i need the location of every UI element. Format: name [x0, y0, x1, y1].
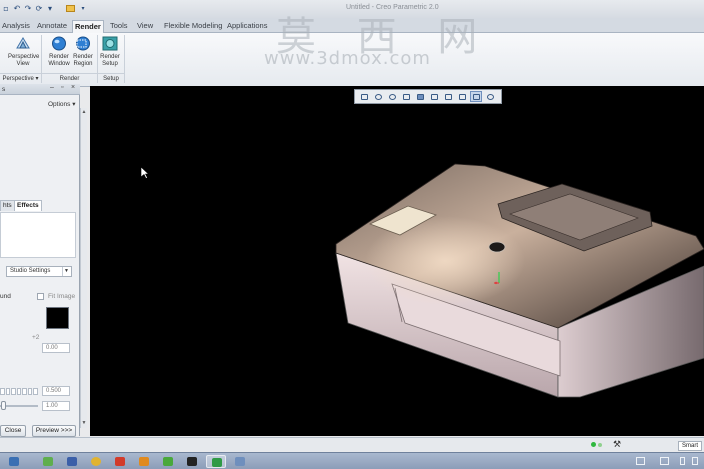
minimize-icon[interactable]: – — [50, 84, 54, 91]
tab-annotate[interactable]: Annotate — [35, 20, 69, 33]
perspective-view-button[interactable]: Perspective View — [8, 35, 39, 68]
value-field-2[interactable]: 0.500 — [42, 386, 70, 396]
tab-tools[interactable]: Tools — [108, 20, 130, 33]
chrome-icon[interactable] — [86, 455, 106, 468]
selection-tool-icon[interactable]: ⚒ — [613, 439, 621, 450]
tab-analysis[interactable]: Analysis — [0, 20, 32, 33]
explorer-icon[interactable] — [38, 455, 58, 468]
start-icon[interactable] — [4, 455, 24, 468]
terminal-icon[interactable] — [182, 455, 202, 468]
render-region-icon — [76, 36, 90, 51]
close-icon[interactable]: × — [71, 84, 75, 91]
new-file-icon[interactable]: ▫ — [2, 3, 10, 14]
tray-volume-icon[interactable] — [692, 457, 698, 465]
panel-scrollbar[interactable]: ▲ ▼ — [80, 108, 87, 428]
preview-area — [0, 212, 76, 258]
graphics-viewport[interactable] — [90, 86, 704, 436]
status-bar: ⚒ Smart — [0, 437, 704, 451]
background-color-swatch[interactable] — [46, 307, 69, 329]
close-button[interactable]: Close — [0, 425, 26, 437]
render-setup-button[interactable]: Render Setup — [95, 35, 125, 68]
app-orange-icon[interactable] — [134, 455, 154, 468]
panel-title-bar: s – ▫ × — [0, 84, 80, 95]
render-window-icon — [52, 36, 66, 51]
brand-logo — [488, 241, 506, 253]
undo-icon[interactable]: ↶ — [13, 3, 21, 14]
media-icon[interactable] — [62, 455, 82, 468]
group-setup: Setup — [98, 73, 124, 83]
maximize-icon[interactable]: ▫ — [61, 84, 63, 91]
value-field-3[interactable]: 1.00 — [42, 401, 70, 411]
render-setup-panel: s – ▫ × Options ▾ hts Effects Studio Set… — [0, 84, 80, 437]
scroll-down-icon[interactable]: ▼ — [81, 420, 87, 427]
customize-arrow-icon[interactable]: ▾ — [80, 3, 86, 14]
group-perspective[interactable]: Perspective ▾ — [0, 73, 41, 83]
tab-flexible-modeling[interactable]: Flexible Modeling — [162, 20, 224, 33]
preview-button[interactable]: Preview >>> — [32, 425, 76, 437]
scroll-up-icon[interactable]: ▲ — [81, 109, 87, 116]
background-label: und — [0, 293, 11, 300]
render-setup-icon — [102, 36, 118, 51]
status-light-icon — [591, 442, 596, 447]
options-menu[interactable]: Options ▾ — [48, 100, 75, 108]
tab-lights[interactable]: hts — [0, 200, 15, 211]
value-field-1[interactable]: 0.00 — [42, 343, 70, 353]
small-label: +2 — [32, 334, 40, 341]
group-render: Render — [42, 73, 97, 83]
tab-effects[interactable]: Effects — [14, 200, 42, 211]
tray-keyboard-icon[interactable] — [660, 457, 669, 465]
group-separator — [124, 35, 125, 83]
creo-icon[interactable] — [206, 455, 226, 468]
panel-title: s — [2, 86, 6, 93]
tab-applications[interactable]: Applications — [225, 20, 269, 33]
dropdown-icon[interactable]: ▾ — [46, 3, 54, 14]
taskbar — [0, 452, 704, 469]
tray-flag-icon[interactable] — [680, 457, 685, 465]
perspective-view-icon — [16, 37, 30, 49]
window-icon[interactable] — [230, 455, 250, 468]
intensity-slider-handle[interactable] — [1, 401, 6, 410]
fit-image-checkbox[interactable] — [37, 293, 44, 300]
printer-model — [335, 163, 704, 398]
selection-filter-dropdown[interactable]: Smart — [678, 441, 702, 451]
redo-icon[interactable]: ↷ — [24, 3, 32, 14]
tab-render[interactable]: Render — [72, 20, 104, 34]
fit-image-label: Fit Image — [48, 293, 76, 300]
open-folder-icon[interactable] — [66, 5, 75, 12]
mouse-cursor-icon — [141, 167, 149, 179]
regenerate-icon[interactable]: ⟳ — [35, 3, 43, 14]
chevron-down-icon: ▼ — [62, 267, 70, 276]
tab-view[interactable]: View — [135, 20, 155, 33]
app-green-icon[interactable] — [158, 455, 178, 468]
level-selector[interactable] — [0, 388, 39, 395]
watermark-url: www.3dmox.com — [264, 48, 431, 69]
render-region-button[interactable]: Render Region — [68, 35, 98, 68]
studio-settings-dropdown[interactable]: Studio Settings ▼ — [6, 266, 72, 277]
tray-network-icon[interactable] — [636, 457, 645, 465]
app-red-icon[interactable] — [110, 455, 130, 468]
status-light-icon — [598, 442, 602, 447]
